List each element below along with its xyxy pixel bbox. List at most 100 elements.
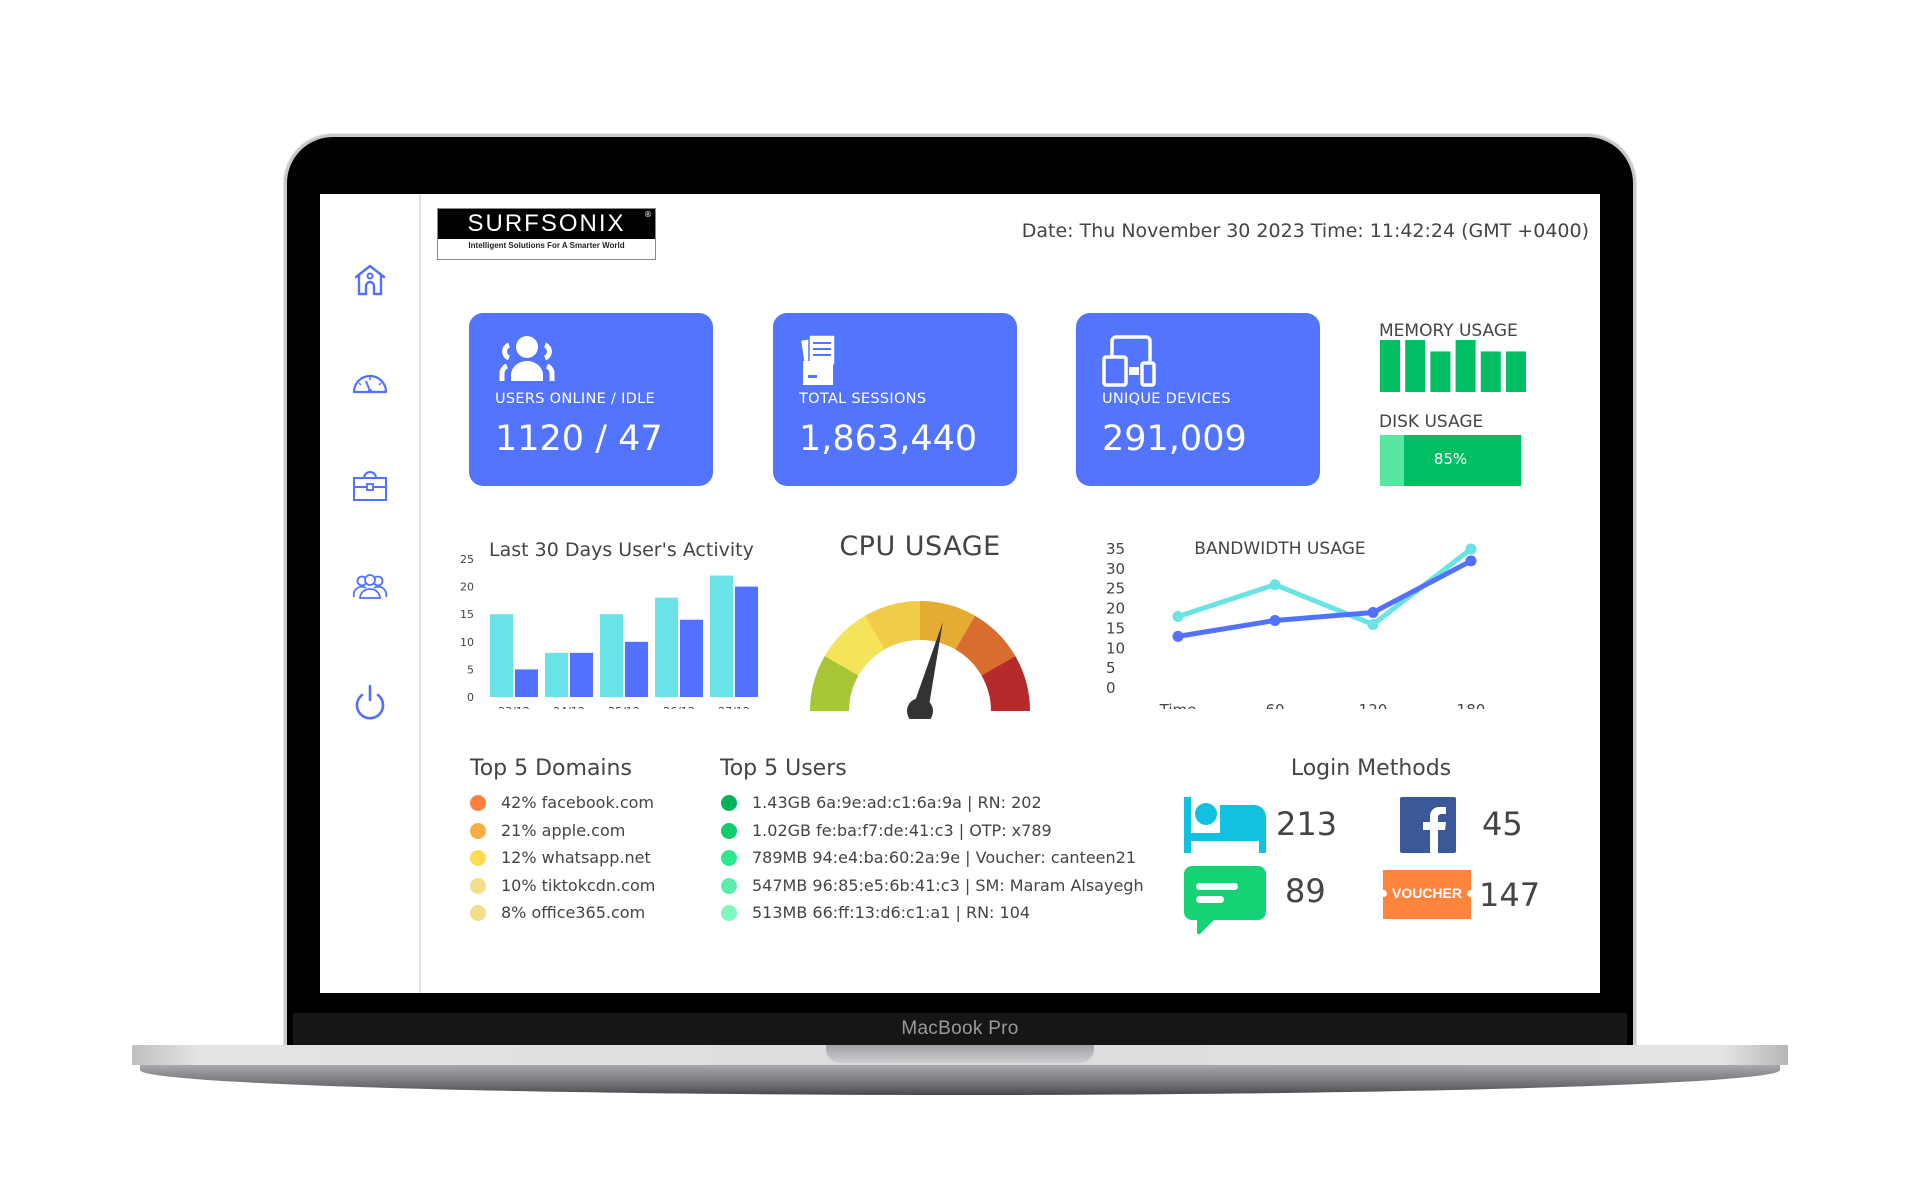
point-series-2 [1269,614,1281,626]
point-series-2 [1465,555,1477,567]
bar-series-1 [710,575,733,697]
line-series-2 [1177,558,1473,639]
legend-dot [470,850,486,866]
domain-text: 12% whatsapp.net [501,848,651,867]
cpu-gauge [810,601,1030,719]
chat-icon [1184,866,1266,935]
y-tick-label: 25 [460,553,474,566]
x-tick-label: 180 [1457,701,1486,709]
speedometer-icon [352,374,388,394]
legend-dot [470,822,486,839]
login-count-voucher: 147 [1479,876,1541,914]
legend-dot [721,822,737,839]
domain-text: 10% tiktokcdn.com [501,875,656,895]
top-users-list: 1.43GB 6a:9e:ad:c1:6a:9a | RN: 202 1.02GB… [721,793,1144,931]
login-count-sms: 89 [1285,872,1326,910]
cpu-usage-title: CPU USAGE [839,531,1001,562]
users-icon [352,574,388,599]
y-tick-label: 0 [1106,679,1116,697]
bar-series-1 [655,597,678,697]
sidebar-item-logout[interactable] [350,682,390,722]
y-tick-label: 10 [460,636,474,649]
x-tick-label: 24/12 [553,705,585,709]
users-group-icon [499,336,555,381]
login-method-voucher: VOUCHER 147 [1380,870,1540,919]
domain-text: 21% apple.com [501,820,626,840]
y-tick-label: 25 [1106,580,1125,598]
memory-usage-label: MEMORY USAGE [1379,321,1518,341]
bandwidth-line-chart: 0 5 10 1520 25 30 35 Time 60 120 180 [1106,540,1486,709]
card-unique-devices[interactable]: UNIQUE DEVICES 291,009 [1076,313,1320,486]
login-method-sms: 89 [1184,866,1326,942]
devices-icon [1102,335,1156,387]
login-method-room: 213 [1184,797,1337,857]
y-tick-label: 30 [1106,560,1125,578]
card-users-online[interactable]: USERS ONLINE / IDLE 1120 / 47 [469,313,713,486]
legend-dot [470,877,486,894]
sidebar-item-dashboard[interactable] [350,364,390,404]
voucher-label: VOUCHER [1391,885,1462,901]
bar-series-1 [490,614,513,697]
y-tick-label: 20 [1106,600,1125,618]
user-item: 1.02GB fe:ba:f7:de:41:c3 | OTP: x789 [721,821,1144,849]
sidebar-item-users[interactable] [350,567,390,607]
sidebar [320,194,421,993]
laptop-base-edge [140,1065,1780,1095]
login-count-facebook: 45 [1482,805,1523,843]
memory-bar [1506,351,1526,392]
point-series-2 [1367,607,1379,619]
card-label: UNIQUE DEVICES [1102,391,1231,407]
sidebar-item-toolkit[interactable] [350,466,390,506]
power-icon [355,684,385,720]
login-count-room: 213 [1276,805,1338,843]
y-tick-label: 5 [1106,659,1116,677]
logo-wordmark: SURFSONIX [438,209,655,239]
domain-item: 10% tiktokcdn.com [470,876,655,904]
memory-bar [1480,351,1501,392]
domain-item: 8% office365.com [470,903,655,931]
user-text: 789MB 94:e4:ba:60:2a:9e | Voucher: cante… [752,848,1137,867]
bar-series-1 [545,652,568,697]
memory-bar [1430,351,1451,392]
legend-dot [470,795,486,811]
user-item: 513MB 66:ff:13:d6:c1:a1 | RN: 104 [721,903,1144,931]
top-users-title: Top 5 Users [720,756,847,781]
y-tick-label: 0 [467,691,474,704]
sidebar-item-home[interactable] [350,261,390,301]
user-item: 1.43GB 6a:9e:ad:c1:6a:9a | RN: 202 [721,793,1144,821]
dashboard-screen: SURFSONIX ® Intelligent Solutions For A … [320,194,1600,993]
point-series-1 [1172,611,1184,623]
card-label: USERS ONLINE / IDLE [495,391,655,407]
x-tick-label: 120 [1359,701,1388,709]
file-box-icon [801,334,836,385]
facebook-icon [1400,797,1456,853]
y-tick-label: 35 [1106,540,1125,558]
bar-series-2 [735,586,758,697]
x-tick-label: 26/12 [663,705,695,709]
point-series-1 [1269,579,1281,591]
disk-usage-bar: 85% [1380,435,1521,486]
user-text: 547MB 96:85:e5:6b:41:c3 | SM: Maram Alsa… [752,875,1144,895]
card-value: 1,863,440 [799,419,978,459]
bar-series-1 [600,614,623,697]
user-text: 513MB 66:ff:13:d6:c1:a1 | RN: 104 [752,903,1031,922]
user-text: 1.02GB fe:ba:f7:de:41:c3 | OTP: x789 [752,820,1052,840]
domain-item: 42% facebook.com [470,793,655,821]
legend-dot [721,905,737,921]
card-value: 291,009 [1102,419,1247,459]
domain-text: 8% office365.com [501,903,646,922]
bed-icon [1184,797,1266,853]
point-series-1 [1367,618,1379,630]
domain-text: 42% facebook.com [501,793,654,812]
bar-series-2 [625,641,648,697]
y-tick-label: 20 [460,581,474,594]
registered-mark: ® [644,210,652,219]
memory-bar [1405,340,1426,392]
briefcase-icon [353,471,387,501]
bar-series-2 [515,669,538,697]
bar-series-2 [570,652,593,697]
domain-item: 12% whatsapp.net [470,848,655,876]
card-total-sessions[interactable]: TOTAL SESSIONS 1,863,440 [773,313,1017,486]
laptop-chin: MacBook Pro [293,1013,1627,1045]
y-tick-label: 15 [1106,619,1125,637]
